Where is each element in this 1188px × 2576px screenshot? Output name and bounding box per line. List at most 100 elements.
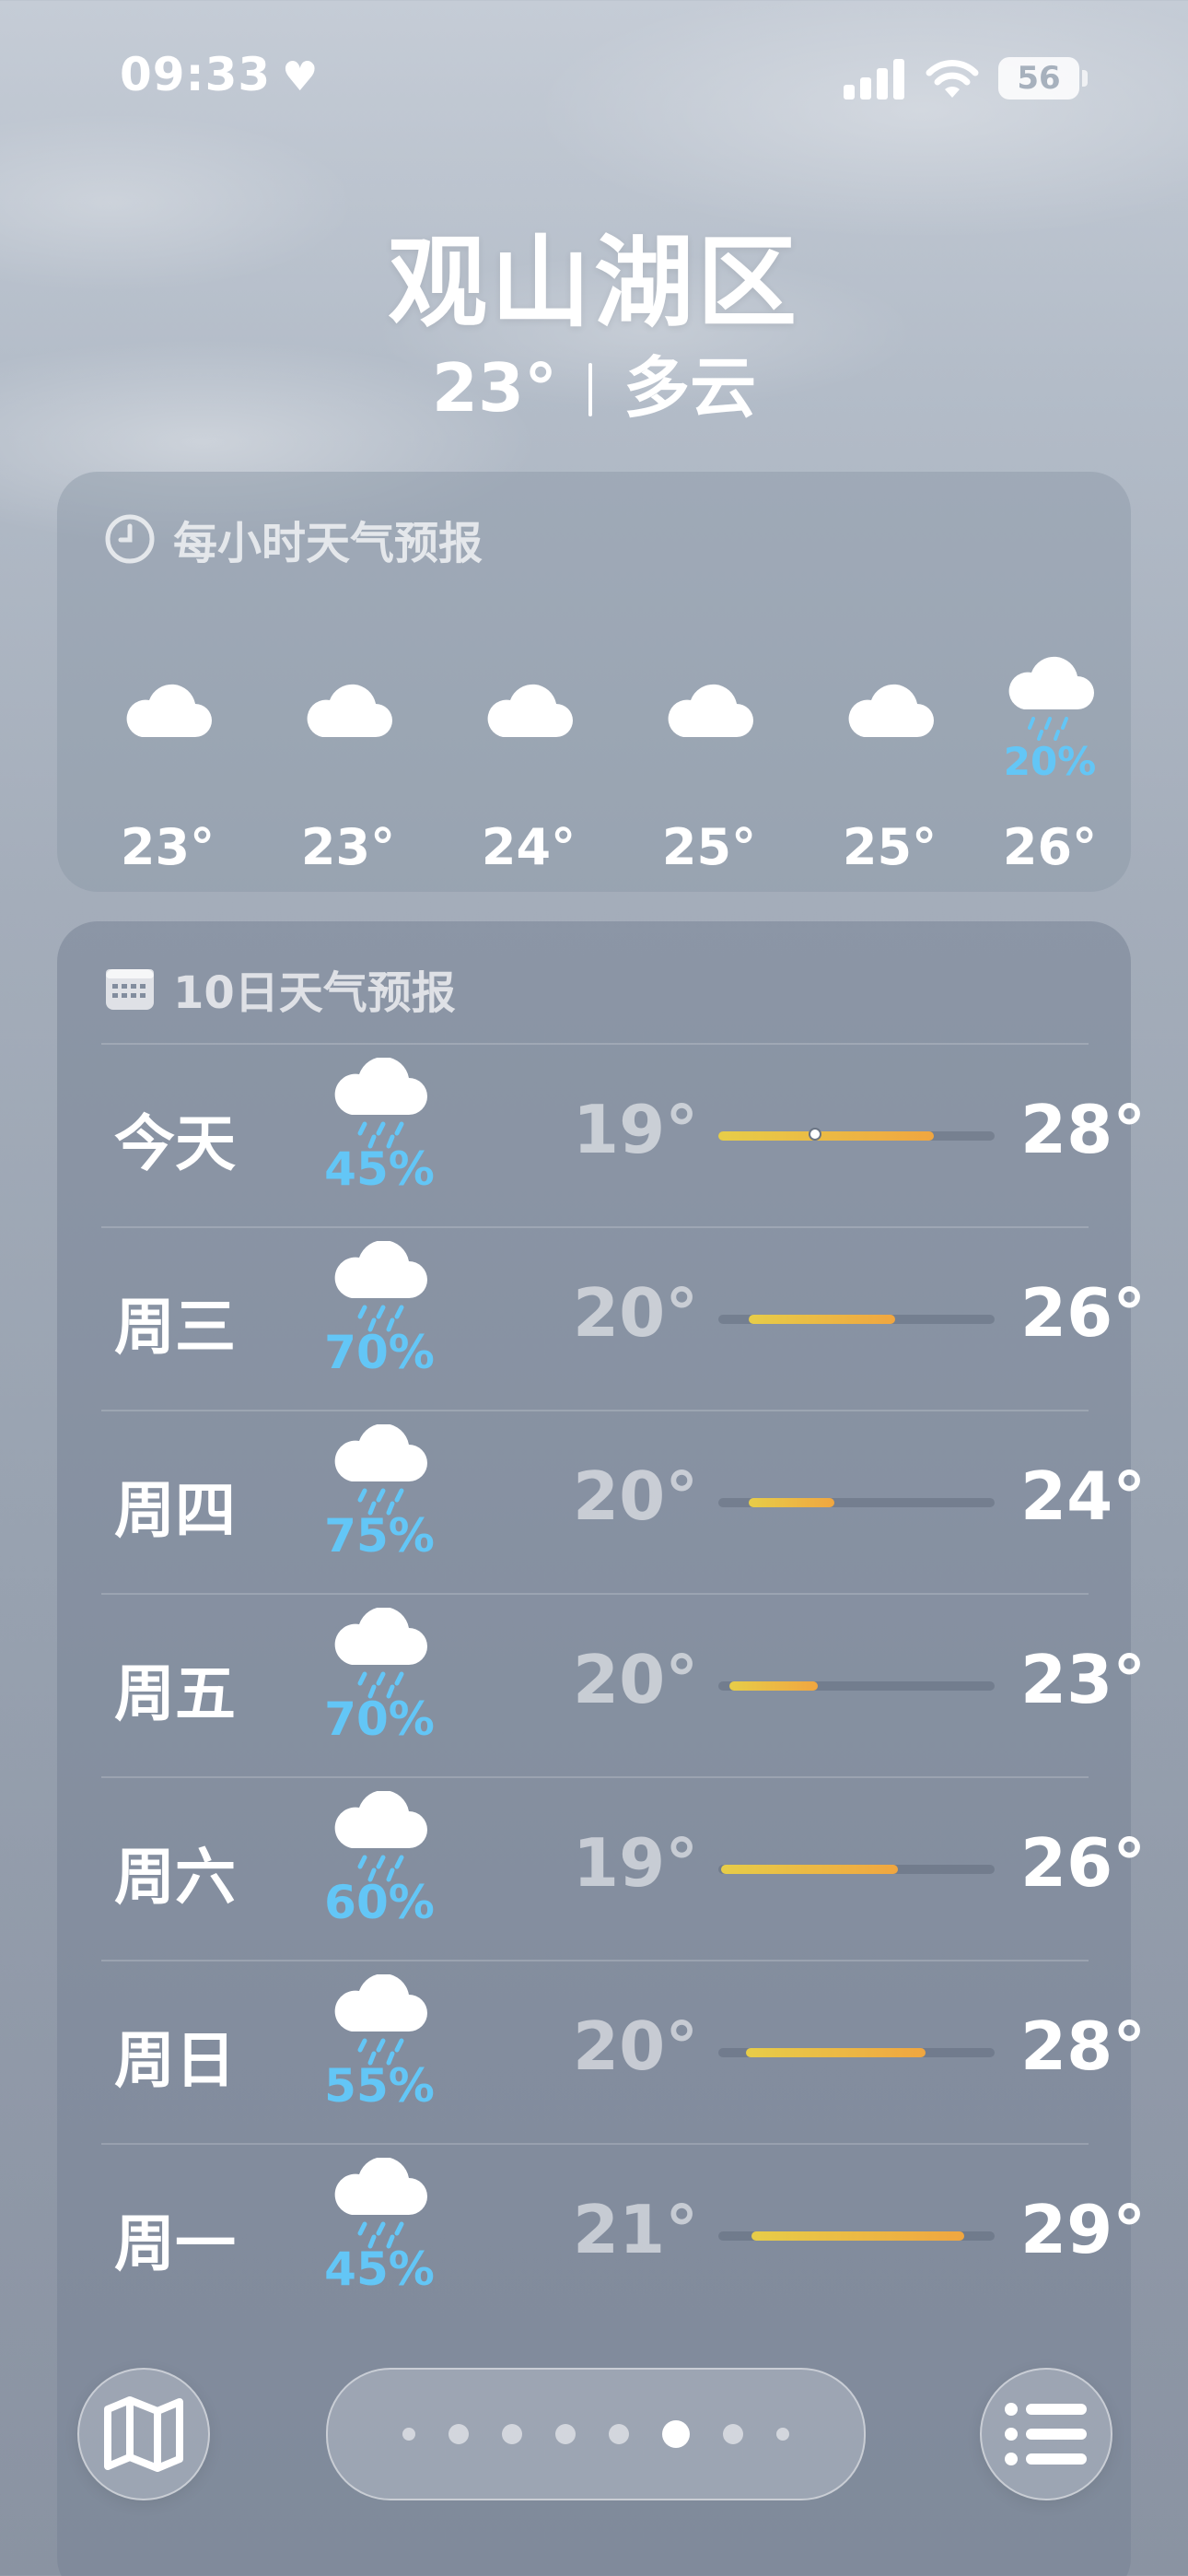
high-temp: 26° (1020, 1274, 1147, 1352)
page-dot[interactable] (448, 2424, 469, 2444)
low-temp: 19° (573, 1824, 699, 1902)
cloud-rain-icon (334, 1241, 427, 1332)
low-temp: 20° (573, 2008, 699, 2085)
map-icon (104, 2396, 183, 2472)
page-dot[interactable] (723, 2424, 743, 2444)
hourly-item: 24° (438, 610, 619, 877)
cloud-icon (668, 684, 753, 737)
low-temp: 19° (573, 1091, 699, 1168)
temperature-range-bar (718, 1498, 995, 1507)
location-page-indicator[interactable] (326, 2368, 866, 2500)
temperature-range-bar (718, 1681, 995, 1691)
temperature-range-bar (718, 2048, 995, 2057)
current-condition: 多云 (623, 349, 757, 427)
battery-tip (1082, 70, 1088, 87)
precip-chance: 60% (324, 1876, 435, 1929)
precip-chance: 75% (324, 1509, 435, 1563)
precip-chance: 70% (324, 1692, 435, 1746)
cloud-rain-icon (334, 1974, 427, 2066)
page-dot[interactable] (609, 2424, 629, 2444)
hourly-precip: 20% (1003, 739, 1097, 784)
ten-day-forecast-header: 10日天气预报 (103, 956, 456, 1021)
map-button[interactable] (77, 2368, 210, 2500)
page-dot-active[interactable] (662, 2420, 690, 2448)
cloud-rain-icon (334, 1608, 427, 1699)
precip-chance: 45% (324, 2242, 435, 2296)
precip-chance: 55% (324, 2059, 435, 2113)
hourly-temp: 25° (842, 818, 938, 876)
hourly-forecast-card[interactable]: 每小时天气预报 23° 23° 24° 25° 25° 20% 26° (57, 472, 1131, 892)
temperature-range-bar (718, 1315, 995, 1324)
high-temp: 28° (1020, 1091, 1147, 1168)
current-temp-marker (809, 1128, 821, 1141)
forecast-day-row[interactable]: 周日 55% 20° 28° (101, 1960, 1146, 2144)
cloud-icon (307, 684, 392, 737)
day-name: 周五 (114, 1658, 236, 1729)
page-dot[interactable] (555, 2424, 576, 2444)
cloud-rain-icon (1008, 656, 1094, 741)
high-temp: 23° (1020, 1641, 1147, 1718)
calendar-icon (106, 969, 154, 1010)
location-list-button[interactable] (980, 2368, 1112, 2500)
day-name: 周四 (114, 1475, 236, 1546)
cellular-signal-icon (844, 57, 904, 100)
hourly-forecast-title: 每小时天气预报 (173, 518, 483, 569)
temperature-range-bar (718, 2231, 995, 2241)
day-name: 周日 (114, 2025, 236, 2096)
high-temp: 24° (1020, 1458, 1147, 1535)
hourly-item: 25° (619, 610, 799, 877)
hourly-temp: 25° (661, 818, 757, 876)
cloud-rain-icon (334, 1058, 427, 1149)
ten-day-forecast-title: 10日天气预报 (173, 967, 456, 1019)
status-time: 09:33 (120, 48, 272, 101)
low-temp: 20° (573, 1458, 699, 1535)
cloud-rain-icon (334, 1791, 427, 1882)
hourly-forecast-list[interactable]: 23° 23° 24° 25° 25° 20% 26° (57, 610, 1131, 877)
current-temperature: 23° (431, 349, 558, 427)
cloud-icon (487, 684, 573, 737)
low-temp: 21° (573, 2191, 699, 2268)
hourly-item: 23° (258, 610, 438, 877)
hourly-forecast-header: 每小时天气预报 (103, 507, 483, 571)
temperature-range-fill (749, 1315, 895, 1324)
battery-indicator: 56 (998, 57, 1079, 100)
forecast-day-row[interactable]: 周一 45% 21° 29° (101, 2143, 1146, 2327)
current-conditions: 23° 多云 (0, 334, 1188, 430)
cloud-rain-icon (334, 1424, 427, 1516)
precip-chance: 70% (324, 1326, 435, 1379)
cloud-rain-icon (334, 2158, 427, 2249)
day-name: 今天 (114, 1108, 236, 1179)
hourly-item: 25° (799, 610, 980, 877)
forecast-day-row[interactable]: 今天 45% 19° 28° (101, 1043, 1146, 1227)
temperature-range-fill (718, 1131, 934, 1141)
ten-day-forecast-card[interactable]: 10日天气预报 今天 45% 19° 28° 周三 70% 20° 26° 周四 75% 20° 24… (57, 921, 1146, 2576)
temperature-range-fill (729, 1681, 818, 1691)
forecast-day-row[interactable]: 周四 75% 20° 24° (101, 1410, 1146, 1594)
temperature-range-fill (746, 2048, 926, 2057)
temperature-range-fill (749, 1498, 834, 1507)
divider (588, 363, 593, 416)
temperature-range-fill (751, 2231, 964, 2241)
location-title: 观山湖区 (387, 226, 800, 341)
high-temp: 28° (1020, 2008, 1147, 2085)
forecast-day-row[interactable]: 周六 60% 19° 26° (101, 1776, 1146, 1961)
status-bar: 09:33 ♥ 56 (0, 0, 1188, 157)
hourly-temp: 23° (120, 818, 215, 876)
cloud-icon (848, 684, 934, 737)
hourly-temp: 26° (1002, 818, 1098, 876)
high-temp: 29° (1020, 2191, 1147, 2268)
page-dot[interactable] (776, 2428, 789, 2441)
high-temp: 26° (1020, 1824, 1147, 1902)
forecast-day-row[interactable]: 周三 70% 20° 26° (101, 1226, 1146, 1411)
heart-icon: ♥ (282, 53, 319, 100)
temperature-range-bar (718, 1865, 995, 1874)
page-dot[interactable] (502, 2424, 522, 2444)
hourly-temp: 23° (300, 818, 396, 876)
forecast-day-row[interactable]: 周五 70% 20° 23° (101, 1593, 1146, 1777)
wifi-icon (926, 60, 979, 98)
clock-icon (105, 514, 155, 564)
precip-chance: 45% (324, 1142, 435, 1196)
cloud-icon (126, 684, 212, 737)
hourly-item: 20% 26° (980, 610, 1120, 877)
page-dot[interactable] (402, 2428, 415, 2441)
